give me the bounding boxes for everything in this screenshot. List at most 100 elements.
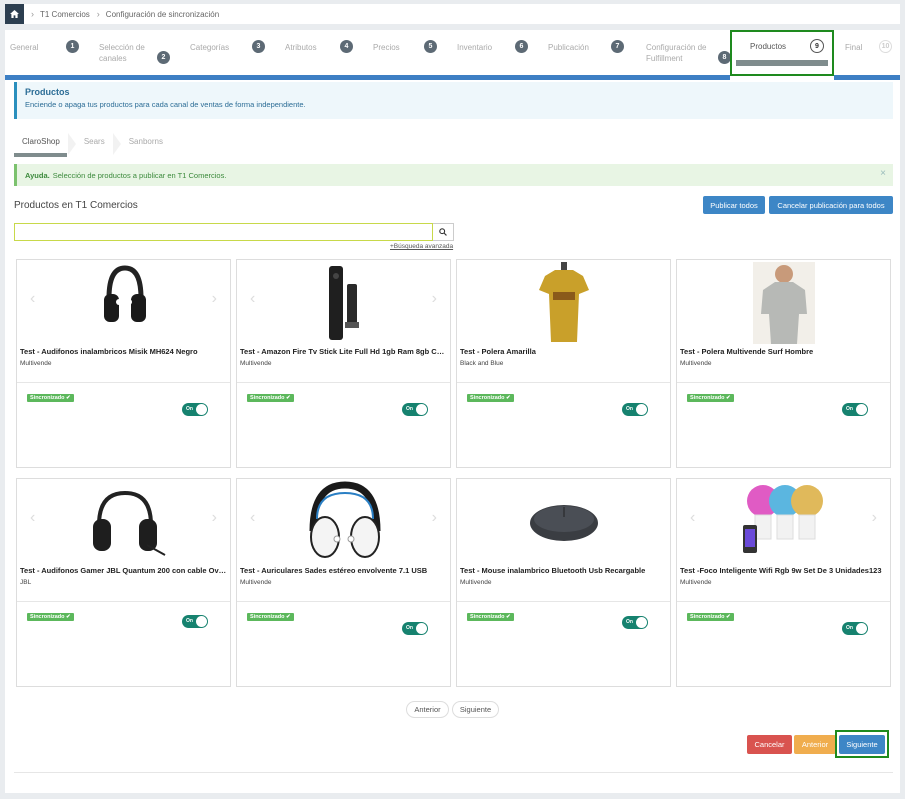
- chevron-right-icon[interactable]: ›: [212, 509, 217, 527]
- step-label: Final: [845, 43, 863, 52]
- toggle-knob: [636, 404, 647, 415]
- product-title[interactable]: Test - Polera Amarilla: [460, 347, 668, 356]
- chevron-left-icon[interactable]: ‹: [250, 290, 255, 308]
- toggle-label: On: [626, 619, 633, 625]
- product-title[interactable]: Test - Mouse inalambrico Bluetooth Usb R…: [460, 566, 668, 575]
- publish-toggle[interactable]: On: [622, 616, 648, 629]
- step-label: Selección de canales: [99, 43, 145, 63]
- search-input[interactable]: [14, 223, 433, 241]
- main-panel: General 1 Selección de canales 2 Categor…: [5, 30, 900, 793]
- tab-sanborns[interactable]: Sanborns: [121, 133, 171, 157]
- breadcrumb-item-t1-comercios[interactable]: T1 Comercios: [40, 10, 90, 19]
- card-divider: [17, 382, 230, 383]
- toggle-label: On: [406, 625, 413, 631]
- breadcrumb-item-sync-config: Configuración de sincronización: [105, 9, 220, 19]
- wizard-step-publicacion[interactable]: Publicación 7: [543, 36, 627, 74]
- sync-status-badge: Sincronizado ✔: [247, 394, 294, 402]
- wizard-step-fulfillment[interactable]: Configuración de Fulfillment 8: [641, 36, 733, 74]
- pager-next-button[interactable]: Siguiente: [452, 701, 499, 718]
- step-label: Categorías: [190, 43, 230, 52]
- product-image: [457, 479, 670, 563]
- publish-toggle[interactable]: On: [182, 615, 208, 628]
- pager-prev-button[interactable]: Anterior: [406, 701, 449, 718]
- step-number: 10: [879, 40, 892, 53]
- product-title[interactable]: Test - Amazon Fire Tv Stick Lite Full Hd…: [240, 347, 448, 356]
- product-image: [237, 260, 450, 344]
- product-image: [17, 260, 230, 344]
- step-label: Productos: [750, 42, 787, 51]
- card-divider: [17, 601, 230, 602]
- product-card: ‹ › Test - Amazon Fire Tv Stick Lite Ful…: [236, 259, 451, 468]
- product-title[interactable]: Test -Foco Inteligente Wifi Rgb 9w Set D…: [680, 566, 888, 575]
- step-number: 5: [424, 40, 437, 53]
- wizard-step-productos[interactable]: Productos 9: [730, 30, 834, 76]
- product-title[interactable]: Test - Polera Multivende Surf Hombre: [680, 347, 888, 356]
- product-title[interactable]: Test - Auriculares Sades estéreo envolve…: [240, 566, 448, 575]
- toggle-knob: [856, 623, 867, 634]
- product-card: Test - Polera Multivende Surf Hombre Mul…: [676, 259, 891, 468]
- advanced-search-link[interactable]: +Búsqueda avanzada: [390, 243, 453, 250]
- publish-toggle[interactable]: On: [182, 403, 208, 416]
- sync-status-badge: Sincronizado ✔: [687, 613, 734, 621]
- chevron-left-icon[interactable]: ‹: [250, 509, 255, 527]
- search-button[interactable]: [433, 223, 454, 241]
- tab-active-indicator: [14, 153, 67, 157]
- step-number: 7: [611, 40, 624, 53]
- publish-toggle[interactable]: On: [842, 622, 868, 635]
- product-card: ‹ › Test - Auriculares Sades estéreo env…: [236, 478, 451, 687]
- product-brand: Multivende: [240, 360, 272, 367]
- channel-tabs: ClaroShop Sears Sanborns: [14, 133, 171, 157]
- wizard-steps: General 1 Selección de canales 2 Categor…: [5, 30, 900, 80]
- wizard-step-final[interactable]: Final 10: [840, 36, 900, 74]
- tab-claroshop[interactable]: ClaroShop: [14, 133, 68, 157]
- chevron-left-icon[interactable]: ‹: [30, 509, 35, 527]
- product-card: Test - Mouse inalambrico Bluetooth Usb R…: [456, 478, 671, 687]
- chevron-right-icon[interactable]: ›: [212, 290, 217, 308]
- product-image: [677, 260, 890, 344]
- step-number: 3: [252, 40, 265, 53]
- chevron-right-icon[interactable]: ›: [872, 509, 877, 527]
- cancel-publish-all-button[interactable]: Cancelar publicación para todos: [769, 196, 893, 214]
- home-button[interactable]: [5, 4, 24, 24]
- toggle-knob: [196, 404, 207, 415]
- wizard-progress-bar-right: [834, 75, 900, 80]
- next-step-button[interactable]: Siguiente: [839, 735, 885, 754]
- wizard-step-atributos[interactable]: Atributos 4: [280, 36, 358, 74]
- publish-all-button[interactable]: Publicar todos: [703, 196, 765, 214]
- publish-toggle[interactable]: On: [622, 403, 648, 416]
- publish-toggle[interactable]: On: [402, 403, 428, 416]
- publish-toggle[interactable]: On: [842, 403, 868, 416]
- product-brand: Multivende: [680, 360, 712, 367]
- product-title[interactable]: Test - Audifonos inalambricos Misik MH62…: [20, 347, 228, 356]
- chevron-right-icon[interactable]: ›: [432, 290, 437, 308]
- card-divider: [237, 382, 450, 383]
- publish-toggle[interactable]: On: [402, 622, 428, 635]
- product-brand: Multivende: [20, 360, 52, 367]
- prev-step-button[interactable]: Anterior: [794, 735, 836, 754]
- chevron-left-icon[interactable]: ‹: [30, 290, 35, 308]
- product-brand: Multivende: [460, 579, 492, 586]
- info-text: Enciende o apaga tus productos para cada…: [25, 100, 306, 109]
- step-label: Publicación: [548, 43, 589, 52]
- product-image: [677, 479, 890, 563]
- product-title[interactable]: Test - Audifonos Gamer JBL Quantum 200 c…: [20, 566, 228, 575]
- toggle-label: On: [626, 406, 633, 412]
- wizard-step-canales[interactable]: Selección de canales 2: [94, 36, 174, 74]
- step-label: Atributos: [285, 43, 317, 52]
- wizard-step-categorias[interactable]: Categorías 3: [185, 36, 269, 74]
- tab-label: Sanborns: [128, 137, 163, 146]
- chevron-right-icon[interactable]: ›: [432, 509, 437, 527]
- wizard-step-inventario[interactable]: Inventario 6: [452, 36, 532, 74]
- sync-status-badge: Sincronizado ✔: [687, 394, 734, 402]
- cancel-button[interactable]: Cancelar: [747, 735, 792, 754]
- wizard-step-precios[interactable]: Precios 5: [368, 36, 440, 74]
- step-active-bar: [736, 60, 828, 66]
- chevron-left-icon[interactable]: ‹: [690, 509, 695, 527]
- tab-sears[interactable]: Sears: [76, 133, 113, 157]
- close-icon[interactable]: ×: [880, 168, 886, 179]
- product-image: [17, 479, 230, 563]
- wizard-step-general[interactable]: General 1: [5, 36, 82, 74]
- toggle-label: On: [846, 406, 853, 412]
- search-bar: [14, 223, 454, 241]
- toggle-label: On: [846, 625, 853, 631]
